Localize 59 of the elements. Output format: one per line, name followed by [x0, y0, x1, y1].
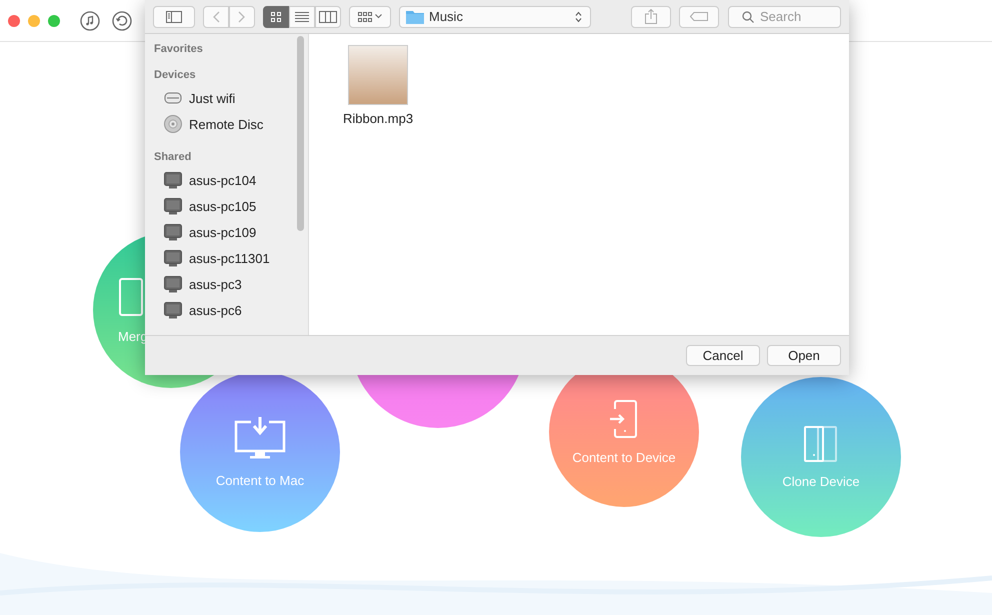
sidebar-item[interactable]: asus-pc105: [154, 193, 308, 219]
monitor-download-icon: [233, 416, 287, 460]
sidebar-item[interactable]: asus-pc104: [154, 167, 308, 193]
sidebar-section-title: Favorites: [154, 43, 204, 55]
feature-label: Clone Device: [782, 474, 860, 488]
computer-icon: [164, 302, 182, 318]
forward-button[interactable]: [229, 6, 255, 28]
sidebar-item[interactable]: asus-pc11301: [154, 245, 308, 271]
share-button[interactable]: [631, 6, 671, 28]
music-icon[interactable]: [80, 10, 100, 30]
list-view-icon: [294, 10, 310, 22]
location-dropdown[interactable]: Music: [399, 6, 591, 28]
arrange-button[interactable]: [349, 6, 391, 28]
phones-icon: [804, 426, 838, 462]
minimize-icon[interactable]: [28, 14, 40, 26]
sidebar-item[interactable]: asus-pc3: [154, 271, 308, 297]
dialog-button[interactable]: Cancel: [686, 345, 760, 366]
phone-import-icon: [610, 400, 638, 438]
device-icon: [118, 276, 144, 316]
sidebar-item[interactable]: Just wifi: [154, 85, 308, 111]
computer-icon: [164, 198, 182, 214]
scrollbar-thumb[interactable]: [297, 36, 304, 231]
file-name[interactable]: Ribbon.mp3: [342, 111, 414, 126]
feature-label: Content to Mac: [216, 472, 304, 488]
sidebar-section-title: Devices: [154, 69, 197, 81]
sidebar-section-title: Shared: [154, 151, 192, 163]
back-button[interactable]: [203, 6, 229, 28]
up-down-caret-icon: [575, 10, 582, 22]
share-icon: [645, 9, 657, 24]
icons-view-button[interactable]: [263, 6, 289, 28]
search-field[interactable]: Search: [728, 6, 841, 28]
columns-view-button[interactable]: [315, 6, 341, 28]
grid-icon: [358, 12, 372, 22]
computer-icon: [164, 250, 182, 266]
computer-icon: [164, 224, 182, 240]
refresh-icon[interactable]: [112, 10, 132, 30]
disc-icon: [164, 115, 182, 133]
chevron-right-icon: [238, 10, 246, 22]
icons-view-icon: [270, 10, 282, 22]
sidebar-item[interactable]: asus-pc6: [154, 297, 308, 323]
sidebar-toggle-button[interactable]: [153, 6, 195, 28]
caret-icon: [375, 14, 382, 19]
chevron-left-icon: [212, 10, 220, 22]
sidebar-item[interactable]: asus-pc109: [154, 219, 308, 245]
tag-icon: [690, 12, 708, 21]
tag-button[interactable]: [679, 6, 719, 28]
album-cover-placeholder[interactable]: [348, 45, 408, 105]
drive-icon: [164, 92, 182, 104]
list-view-button[interactable]: [289, 6, 315, 28]
dialog-button[interactable]: Open: [767, 345, 841, 366]
computer-icon: [164, 172, 182, 188]
sidebar-icon: [166, 10, 182, 22]
computer-icon: [164, 276, 182, 292]
close-icon[interactable]: [8, 14, 20, 26]
folder-icon: [406, 10, 424, 24]
feature-label: Content to Device: [572, 450, 676, 464]
sidebar-item[interactable]: Remote Disc: [154, 111, 308, 137]
zoom-icon[interactable]: [48, 14, 60, 26]
columns-view-icon: [319, 10, 337, 22]
